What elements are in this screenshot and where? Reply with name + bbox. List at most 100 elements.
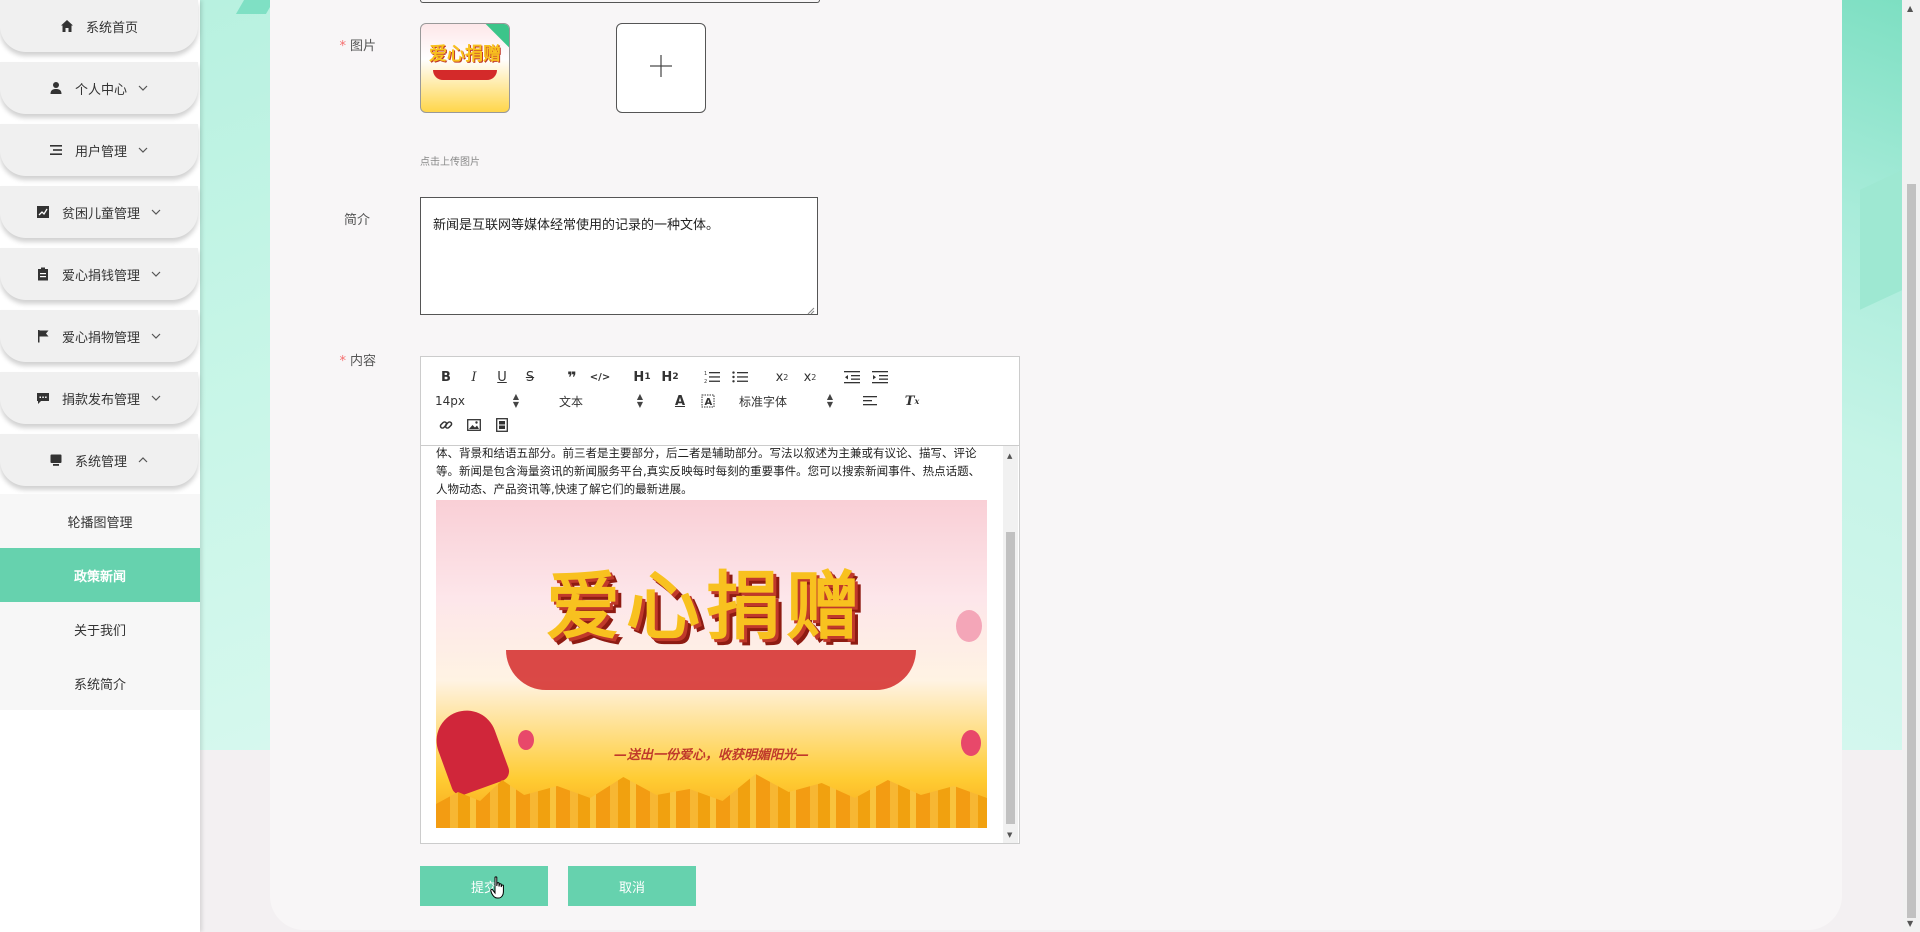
- svg-text:A: A: [705, 397, 713, 408]
- sidebar-item-label: 爱心捐钱管理: [61, 268, 140, 284]
- submenu-item-label: 系统简介: [73, 677, 126, 693]
- superscript-icon[interactable]: x2: [799, 366, 821, 388]
- scroll-up-arrow-icon[interactable]: ▲: [1007, 452, 1012, 460]
- sidebar-item-label: 个人中心: [74, 82, 127, 98]
- home-icon: [60, 19, 74, 33]
- clipboard-icon: [36, 267, 50, 281]
- chevron-down-icon: [150, 206, 162, 218]
- sidebar-item-donation-publish[interactable]: 捐款发布管理: [0, 372, 198, 424]
- sidebar-item-home[interactable]: 系统首页: [0, 0, 198, 52]
- link-icon[interactable]: [435, 414, 457, 436]
- flag-icon: [36, 329, 50, 343]
- thumbnail-ribbon: [433, 70, 497, 80]
- submit-button[interactable]: 提交: [420, 866, 548, 906]
- ordered-list-icon[interactable]: 12: [701, 366, 723, 388]
- required-mark: *: [339, 354, 346, 369]
- editor-scrollbar-thumb[interactable]: [1006, 532, 1015, 824]
- uploaded-image-thumbnail[interactable]: 爱心捐赠: [420, 23, 510, 113]
- list-icon: [49, 143, 63, 157]
- submenu-item-label: 关于我们: [73, 623, 126, 639]
- chevron-down-icon: [150, 330, 162, 342]
- strikethrough-icon[interactable]: S: [519, 366, 541, 388]
- thumbnail-banner-text: 爱心捐赠: [429, 44, 501, 65]
- page-scrollbar-thumb[interactable]: [1907, 184, 1916, 918]
- sidebar-item-money-donation[interactable]: 爱心捐钱管理: [0, 248, 198, 300]
- scroll-up-arrow-icon[interactable]: ▲: [1907, 4, 1913, 13]
- font-family-select[interactable]: 标准字体 ▲ ▼: [739, 393, 833, 410]
- required-mark: *: [339, 39, 346, 54]
- clear-format-icon[interactable]: Tx: [901, 390, 923, 412]
- submenu-item-system-intro[interactable]: 系统简介: [0, 656, 200, 710]
- editor-scrollbar[interactable]: ▲ ▼: [1003, 446, 1018, 843]
- chevron-down-icon: [150, 392, 162, 404]
- intro-text: 新闻是互联网等媒体经常使用的记录的一种文体。: [433, 218, 720, 233]
- editor-toolbar: B I U S ❞ </> H1 H2 12 x2 x2 14px ▲ ▼ 文本…: [421, 357, 1019, 446]
- code-block-icon[interactable]: </>: [589, 366, 611, 388]
- image-city-skyline: [436, 774, 987, 828]
- chevron-down-icon: [150, 268, 162, 280]
- image-slogan-text: —送出一份爱心，收获明媚阳光—: [613, 748, 809, 763]
- blockquote-icon[interactable]: ❞: [561, 366, 583, 388]
- monitor-icon: [49, 453, 63, 467]
- video-icon[interactable]: [491, 414, 513, 436]
- sidebar-item-goods-donation[interactable]: 爱心捐物管理: [0, 310, 198, 362]
- sidebar-item-personal-center[interactable]: 个人中心: [0, 62, 198, 114]
- scroll-down-arrow-icon[interactable]: ▼: [1007, 831, 1012, 839]
- sidebar-item-user-management[interactable]: 用户管理: [0, 124, 198, 176]
- sidebar-item-label: 捐款发布管理: [61, 392, 140, 408]
- font-color-icon[interactable]: A: [669, 390, 691, 412]
- upload-tip: 点击上传图片: [420, 157, 480, 168]
- submenu-item-about-us[interactable]: 关于我们: [0, 602, 200, 656]
- system-management-submenu: 轮播图管理 政策新闻 关于我们 系统简介: [0, 494, 200, 710]
- subscript-icon[interactable]: x2: [771, 366, 793, 388]
- resize-grip-icon[interactable]: [807, 304, 815, 315]
- select-arrows-icon: ▲ ▼: [512, 392, 519, 409]
- sidebar-item-label: 系统管理: [74, 454, 127, 470]
- bold-icon[interactable]: B: [435, 366, 457, 388]
- editor-content-area[interactable]: 体、背景和结语五部分。前三者是主要部分，后二者是辅助部分。写法以叙述为主兼或有议…: [421, 446, 1001, 843]
- image-upload-button[interactable]: [616, 23, 706, 113]
- page-scrollbar[interactable]: ▲ ▼: [1903, 0, 1920, 932]
- submenu-item-carousel[interactable]: 轮播图管理: [0, 494, 200, 548]
- sidebar-item-label: 爱心捐物管理: [61, 330, 140, 346]
- select-arrows-icon: ▲ ▼: [636, 392, 643, 409]
- heading-1-icon[interactable]: H1: [631, 366, 653, 388]
- page: 系统首页 个人中心 用户管理 贫困儿童管理 爱心捐钱管理 爱心捐物管理 捐款发布…: [0, 0, 1920, 932]
- image-balloon-shape: [956, 610, 982, 642]
- sidebar-item-label: 用户管理: [74, 144, 127, 160]
- sidebar-item-system-management[interactable]: 系统管理: [0, 434, 198, 486]
- svg-text:1: 1: [704, 371, 707, 377]
- heading-2-icon[interactable]: H2: [659, 366, 681, 388]
- block-type-select[interactable]: 文本 ▲ ▼: [559, 393, 643, 410]
- align-icon[interactable]: [859, 390, 881, 412]
- submenu-item-label: 政策新闻: [73, 569, 126, 585]
- bullet-list-icon[interactable]: [729, 366, 751, 388]
- image-icon[interactable]: [463, 414, 485, 436]
- chevron-down-icon: [137, 144, 149, 156]
- cancel-button[interactable]: 取消: [568, 866, 696, 906]
- chevron-up-icon: [137, 454, 149, 466]
- italic-icon[interactable]: I: [463, 366, 485, 388]
- sidebar-item-label: 系统首页: [85, 20, 138, 36]
- background-color-icon[interactable]: A: [697, 390, 719, 412]
- sidebar: 系统首页 个人中心 用户管理 贫困儿童管理 爱心捐钱管理 爱心捐物管理 捐款发布…: [0, 0, 200, 932]
- underline-icon[interactable]: U: [491, 366, 513, 388]
- chevron-down-icon: [137, 82, 149, 94]
- chart-icon: [36, 205, 50, 219]
- indent-icon[interactable]: [869, 366, 891, 388]
- svg-text:2: 2: [704, 379, 707, 384]
- rich-text-editor: B I U S ❞ </> H1 H2 12 x2 x2 14px ▲ ▼ 文本…: [420, 356, 1020, 844]
- editor-content-text: 体、背景和结语五部分。前三者是主要部分，后二者是辅助部分。写法以叙述为主兼或有议…: [436, 446, 981, 496]
- editor-content-image[interactable]: 爱心捐赠 —送出一份爱心，收获明媚阳光—: [436, 500, 987, 828]
- user-icon: [49, 81, 63, 95]
- submenu-item-policy-news[interactable]: 政策新闻: [0, 548, 200, 602]
- intro-textarea[interactable]: 新闻是互联网等媒体经常使用的记录的一种文体。: [420, 197, 818, 315]
- scroll-down-arrow-icon[interactable]: ▼: [1907, 919, 1913, 928]
- select-arrows-icon: ▲ ▼: [826, 392, 833, 409]
- submenu-item-label: 轮播图管理: [67, 515, 133, 531]
- intro-field-label: 简介: [343, 213, 370, 228]
- title-input-bottom-edge[interactable]: [420, 0, 820, 3]
- font-size-select[interactable]: 14px ▲ ▼: [435, 393, 519, 409]
- sidebar-item-poor-children[interactable]: 贫困儿童管理: [0, 186, 198, 238]
- outdent-icon[interactable]: [841, 366, 863, 388]
